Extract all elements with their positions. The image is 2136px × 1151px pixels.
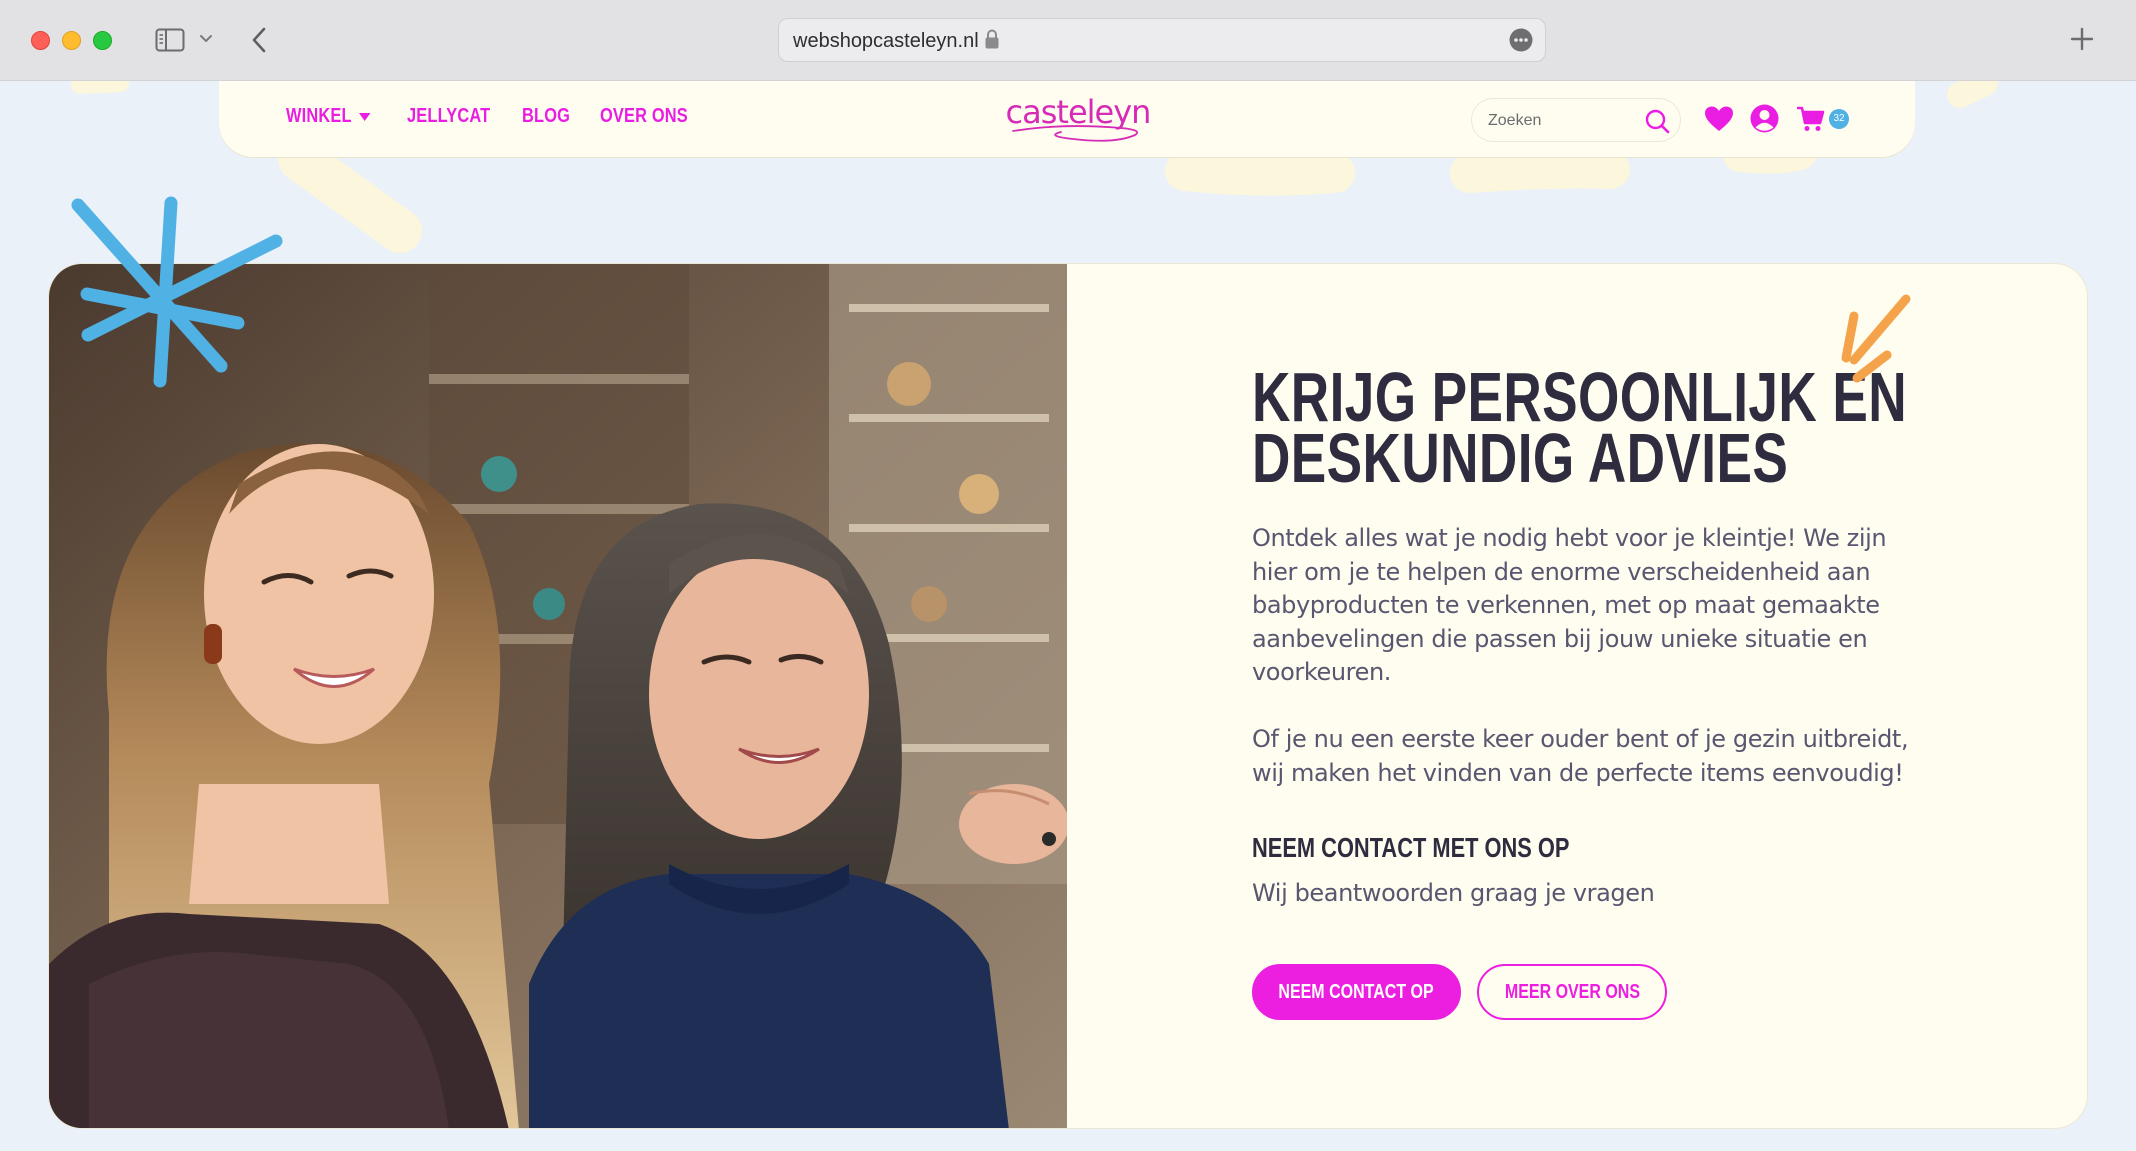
user-account-icon[interactable] xyxy=(1750,104,1779,133)
url-text: webshopcasteleyn.nl xyxy=(793,30,979,52)
search-input[interactable] xyxy=(1486,109,1640,133)
heart-icon[interactable] xyxy=(1704,105,1734,133)
chevron-down-icon[interactable] xyxy=(199,34,213,44)
hero-second-paragraph: Of je nu een eerste keer ouder bent of j… xyxy=(1252,725,1909,787)
nav-item-jellycat[interactable]: JELLYCAT xyxy=(407,105,490,135)
cart-count-badge: 32 xyxy=(1829,109,1849,129)
hero-intro-paragraph: Ontdek alles wat je nodig hebt voor je k… xyxy=(1252,524,1887,686)
address-bar[interactable]: webshopcasteleyn.nl xyxy=(778,18,1546,62)
asterisk-decoration xyxy=(71,196,283,388)
close-window-button[interactable] xyxy=(31,31,50,50)
contact-button[interactable]: NEEM CONTACT OP xyxy=(1252,964,1461,1020)
new-tab-plus-icon[interactable] xyxy=(2069,26,2095,52)
site-header: WINKEL JELLYCAT BLOG OVER ONS casteleyn xyxy=(219,81,1915,157)
hero-section: KRIJG PERSOONLIJK EN DESKUNDIG ADVIES On… xyxy=(48,263,2088,1129)
sidebar-toggle-icon[interactable] xyxy=(155,28,185,52)
about-us-button-label: MEER OVER ONS xyxy=(1504,981,1640,1003)
shopping-cart-icon[interactable] xyxy=(1797,106,1825,132)
hero-content: KRIJG PERSOONLIJK EN DESKUNDIG ADVIES On… xyxy=(1252,264,1952,1128)
dash-decoration xyxy=(1841,294,1911,383)
zoom-window-button[interactable] xyxy=(93,31,112,50)
contact-heading: NEEM CONTACT MET ONS OP xyxy=(1252,832,1570,863)
browser-toolbar: webshopcasteleyn.nl xyxy=(0,0,2136,81)
nav-item-winkel[interactable]: WINKEL xyxy=(286,105,371,135)
contact-subtext: Wij beantwoorden graag je vragen xyxy=(1252,879,1655,907)
caret-down-icon xyxy=(359,112,371,121)
back-arrow-icon[interactable] xyxy=(250,26,268,54)
minimize-window-button[interactable] xyxy=(62,31,81,50)
search-icon[interactable] xyxy=(1644,108,1670,134)
nav-item-blog[interactable]: BLOG xyxy=(522,105,570,135)
hero-title-line-2: DESKUNDIG ADVIES xyxy=(1252,419,1789,497)
contact-button-label: NEEM CONTACT OP xyxy=(1278,981,1435,1003)
lock-icon xyxy=(985,29,999,49)
hero-title: KRIJG PERSOONLIJK EN DESKUNDIG ADVIES xyxy=(1252,362,1907,497)
search-box xyxy=(1471,98,1681,142)
about-us-button[interactable]: MEER OVER ONS xyxy=(1477,964,1667,1020)
more-options-icon[interactable] xyxy=(1509,28,1533,52)
web-page: WINKEL JELLYCAT BLOG OVER ONS casteleyn xyxy=(0,81,2136,1151)
nav-item-over-ons[interactable]: OVER ONS xyxy=(600,105,688,135)
nav-item-label: WINKEL xyxy=(286,105,352,127)
casteleyn-logo[interactable]: casteleyn xyxy=(1003,91,1153,147)
